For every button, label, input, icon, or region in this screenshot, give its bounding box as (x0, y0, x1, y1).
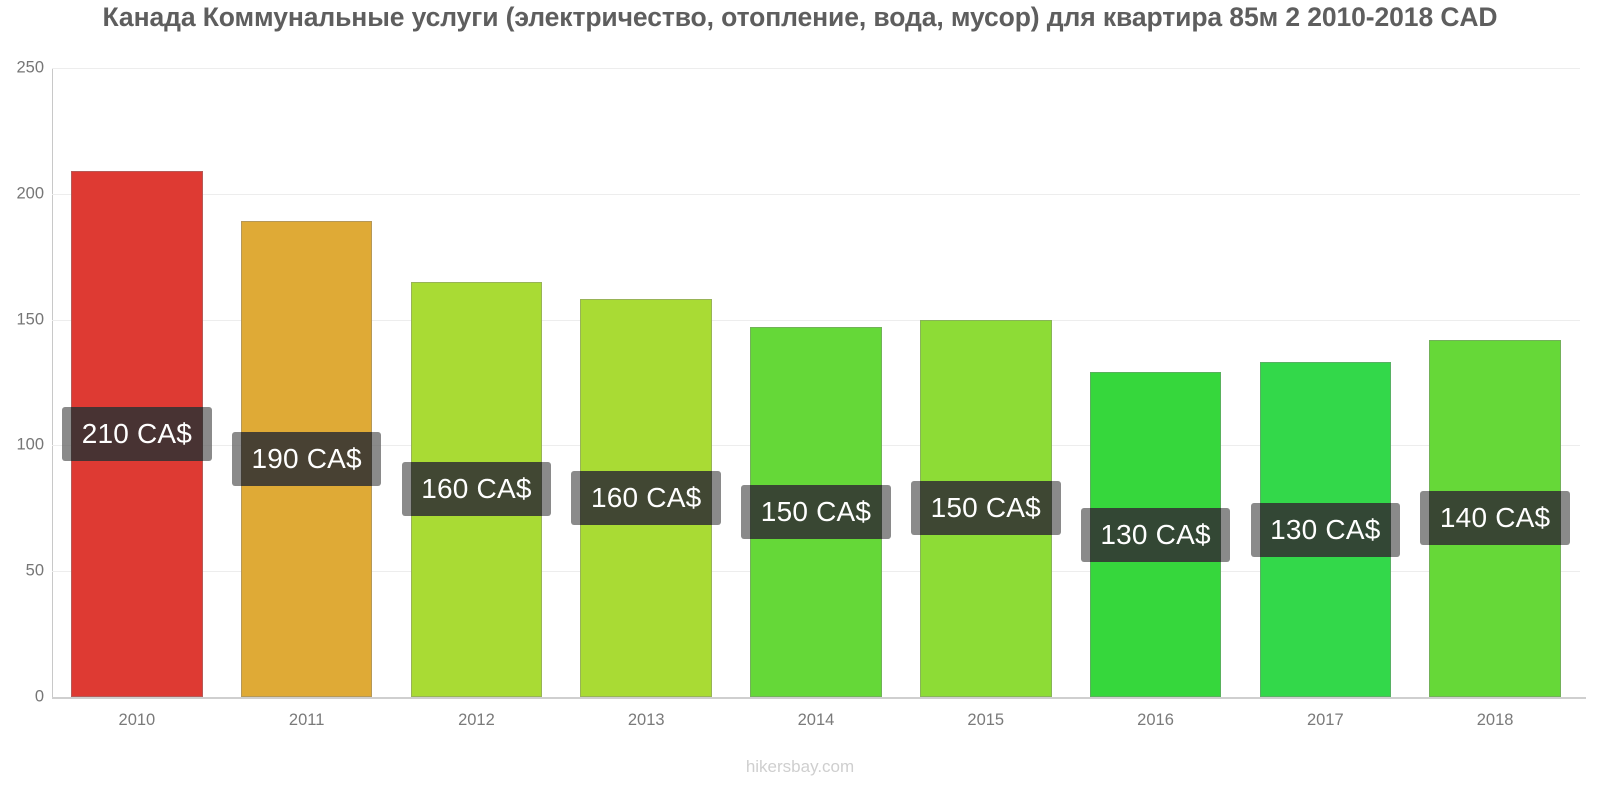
bar-value-label: 130 CA$ (1250, 502, 1401, 557)
plot-area: 210 CA$ 190 CA$ 160 CA$ 160 CA$ 150 CA$ 150 C… (52, 68, 1580, 698)
y-axis-tick-label: 200 (16, 184, 44, 203)
bar-value-label-text: 210 CA$ (81, 418, 193, 450)
bar-value-label-text: 160 CA$ (591, 482, 702, 514)
bar-column[interactable]: 130 CA$ (1250, 68, 1401, 697)
bar-value-label: 190 CA$ (231, 432, 382, 487)
x-axis-tick-label: 2013 (627, 711, 665, 729)
page-title: Канада Коммунальные услуги (электричеств… (102, 2, 1498, 32)
bar-value-label-text: 150 CA$ (930, 492, 1041, 524)
bar-value-label: 150 CA$ (910, 481, 1061, 536)
bar-value-label-text: 130 CA$ (1270, 513, 1381, 545)
bar-value-label: 130 CA$ (1080, 507, 1231, 562)
y-axis-tick-label: 250 (16, 58, 44, 77)
x-axis-tick-label: 2018 (1476, 711, 1514, 729)
bar-column[interactable]: 160 CA$ (401, 68, 552, 697)
x-axis-tick-label: 2011 (288, 711, 325, 729)
x-axis-tick-label: 2015 (967, 711, 1005, 729)
bar-column[interactable]: 150 CA$ (910, 68, 1061, 697)
bar-value-label: 160 CA$ (571, 471, 721, 526)
bar-value-label: 140 CA$ (1420, 491, 1570, 546)
x-axis-tick-label: 2010 (118, 711, 156, 729)
bar-column[interactable]: 150 CA$ (741, 68, 891, 697)
bar-value-label-text: 190 CA$ (251, 443, 362, 475)
bar-value-label: 210 CA$ (62, 407, 212, 462)
source-watermark: hikersbay.com (745, 757, 855, 776)
bar-value-label: 150 CA$ (741, 485, 891, 540)
x-axis-line (52, 697, 1586, 699)
bar-column[interactable]: 130 CA$ (1080, 68, 1231, 697)
x-axis-tick-label: 2016 (1137, 711, 1174, 729)
y-axis-tick-label: 0 (34, 687, 44, 706)
bar-column[interactable]: 140 CA$ (1420, 68, 1570, 697)
y-axis-tick-label: 50 (25, 561, 44, 580)
bar-column[interactable]: 210 CA$ (62, 68, 212, 697)
x-axis-tick-label: 2014 (797, 711, 835, 729)
bar-chart: Канада Коммунальные услуги (электричеств… (0, 0, 1600, 800)
y-axis-tick-label: 100 (16, 435, 44, 454)
bar-value-label: 160 CA$ (401, 462, 552, 517)
bar-value-label-text: 130 CA$ (1100, 518, 1211, 550)
bar-value-label-text: 160 CA$ (421, 473, 532, 505)
x-axis-tick-label: 2012 (458, 711, 495, 729)
x-axis-tick-label: 2017 (1306, 711, 1344, 729)
y-axis-tick-label: 150 (16, 310, 44, 329)
bar-value-label-text: 150 CA$ (760, 496, 872, 528)
bar-value-label-text: 140 CA$ (1439, 502, 1551, 534)
bar-column[interactable]: 190 CA$ (231, 68, 382, 697)
bar-column[interactable]: 160 CA$ (571, 68, 721, 697)
